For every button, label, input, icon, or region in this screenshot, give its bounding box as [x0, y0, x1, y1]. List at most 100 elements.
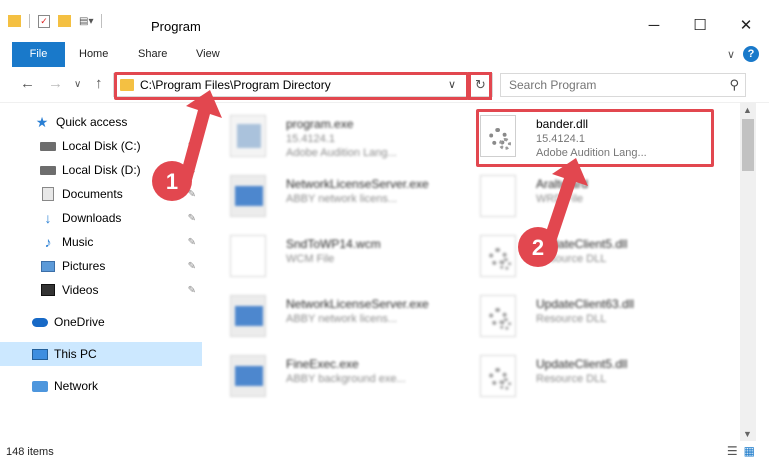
- file-description: Adobe Audition Lang...: [286, 147, 397, 159]
- document-icon: [230, 235, 266, 277]
- window-title: Program: [151, 19, 201, 34]
- file-item[interactable]: UpdateClient5.dll Resource DLL: [460, 229, 700, 283]
- window-controls: ─ ☐ ✕: [631, 8, 769, 42]
- pin-icon[interactable]: ✎: [188, 165, 196, 176]
- large-icons-view-icon[interactable]: ▦: [744, 444, 755, 458]
- sidebar-item-this-pc[interactable]: This PC: [0, 342, 202, 366]
- file-name: FineExec.exe: [286, 357, 359, 371]
- sidebar-item-onedrive[interactable]: OneDrive: [0, 310, 202, 334]
- scroll-up-icon[interactable]: ▲: [743, 105, 752, 115]
- sidebar-item-music[interactable]: ♪ Music ✎: [0, 230, 202, 254]
- download-icon: ↓: [44, 210, 52, 226]
- file-description: WCM File: [286, 253, 335, 265]
- chevron-down-icon[interactable]: ∨: [727, 48, 735, 61]
- pin-icon[interactable]: ✎: [188, 141, 196, 152]
- file-description: ABBY network licens...: [286, 193, 398, 205]
- search-input[interactable]: [509, 75, 719, 95]
- forward-button[interactable]: →: [48, 75, 63, 92]
- file-description: Resource DLL: [536, 313, 607, 325]
- cloud-icon: [32, 315, 48, 329]
- star-icon: ★: [35, 113, 49, 130]
- file-item[interactable]: NetworkLicenseServer.exe ABBY network li…: [210, 169, 450, 223]
- file-name: program.exe: [286, 117, 354, 131]
- file-item[interactable]: SndToWP14.wcm WCM File: [210, 229, 450, 283]
- customize-toolbar-icon[interactable]: ▤▾: [79, 16, 93, 27]
- view-switcher: ☰ ▦: [727, 444, 755, 458]
- maximize-button[interactable]: ☐: [677, 8, 723, 42]
- recent-locations-button[interactable]: ∨: [74, 79, 81, 90]
- vertical-scrollbar[interactable]: ▲ ▼: [740, 103, 756, 441]
- sidebar-item-label: Network: [54, 379, 99, 393]
- minimize-button[interactable]: ─: [631, 8, 677, 42]
- address-bar-highlight: [114, 72, 469, 100]
- search-box[interactable]: ⚲: [500, 73, 746, 97]
- search-icon[interactable]: ⚲: [729, 77, 739, 93]
- file-item[interactable]: NetworkLicenseServer.exe ABBY network li…: [210, 289, 450, 343]
- sidebar-item-local-disk-d[interactable]: Local Disk (D:) ✎: [0, 158, 202, 182]
- computer-icon: [32, 347, 48, 361]
- sidebar-item-pictures[interactable]: Pictures ✎: [0, 254, 202, 278]
- executable-icon: [230, 115, 266, 157]
- file-item[interactable]: Aralte.ard WRD File: [460, 169, 700, 223]
- sidebar-item-quick-access[interactable]: ★ Quick access: [0, 110, 202, 134]
- application-icon: [230, 175, 266, 217]
- network-icon: [32, 379, 48, 393]
- pin-icon[interactable]: ✎: [188, 213, 196, 224]
- pin-icon[interactable]: ✎: [188, 237, 196, 248]
- sidebar-item-label: Pictures: [62, 259, 106, 273]
- file-name: SndToWP14.wcm: [286, 237, 381, 251]
- document-icon: [480, 175, 516, 217]
- close-button[interactable]: ✕: [723, 8, 769, 42]
- file-description: Resource DLL: [536, 373, 607, 385]
- tab-view[interactable]: View: [196, 42, 220, 67]
- file-version: 15.4124.1: [286, 133, 335, 145]
- file-description: ABBY network licens...: [286, 313, 398, 325]
- file-description: ABBY background exe...: [286, 373, 406, 385]
- sidebar-item-local-disk-c[interactable]: Local Disk (C:) ✎: [0, 134, 202, 158]
- item-count: 148 items: [6, 446, 54, 458]
- sidebar-item-label: Quick access: [56, 115, 128, 129]
- pin-icon[interactable]: ✎: [188, 261, 196, 272]
- quick-access-toolbar: ✓ ▤▾: [8, 14, 106, 28]
- folder-icon[interactable]: [8, 15, 21, 27]
- file-item[interactable]: FineExec.exe ABBY background exe...: [210, 349, 450, 403]
- details-view-icon[interactable]: ☰: [727, 444, 738, 458]
- scroll-down-icon[interactable]: ▼: [743, 429, 752, 439]
- dll-gear-icon: [480, 235, 516, 277]
- new-folder-icon[interactable]: [58, 15, 71, 27]
- sidebar-item-network[interactable]: Network: [0, 374, 202, 398]
- sidebar-item-documents[interactable]: Documents ✎: [0, 182, 202, 206]
- tab-share[interactable]: Share: [138, 42, 167, 67]
- toolbar-divider: [101, 14, 103, 28]
- sidebar-item-label: OneDrive: [54, 315, 105, 329]
- file-name: NetworkLicenseServer.exe: [286, 297, 429, 311]
- back-button[interactable]: ←: [20, 75, 35, 92]
- file-item[interactable]: UpdateClient5.dll Resource DLL: [460, 349, 700, 403]
- pin-icon[interactable]: ✎: [188, 285, 196, 296]
- dll-gear-icon: [480, 295, 516, 337]
- sidebar-item-downloads[interactable]: ↓ Downloads ✎: [0, 206, 202, 230]
- file-item[interactable]: UpdateClient63.dll Resource DLL: [460, 289, 700, 343]
- scroll-thumb[interactable]: [742, 119, 754, 171]
- up-button[interactable]: ↑: [95, 75, 103, 92]
- drive-icon: [40, 163, 56, 177]
- file-item[interactable]: program.exe 15.4124.1 Adobe Audition Lan…: [210, 109, 450, 163]
- application-icon: [230, 355, 266, 397]
- file-name: UpdateClient5.dll: [536, 357, 628, 371]
- help-icon[interactable]: ?: [743, 46, 759, 62]
- dll-gear-icon: [480, 355, 516, 397]
- application-icon: [230, 295, 266, 337]
- selected-file-highlight: [476, 109, 714, 167]
- navigation-pane: ★ Quick access Local Disk (C:) ✎ Local D…: [0, 103, 210, 441]
- file-name: UpdateClient5.dll: [536, 237, 628, 251]
- sidebar-item-videos[interactable]: Videos ✎: [0, 278, 202, 302]
- file-name: Aralte.ard: [536, 177, 589, 191]
- status-bar: 148 items ☰ ▦: [0, 441, 769, 473]
- properties-icon[interactable]: ✓: [38, 14, 50, 28]
- sidebar-item-label: This PC: [54, 347, 97, 361]
- sidebar-item-label: Local Disk (D:): [62, 163, 141, 177]
- pin-icon[interactable]: ✎: [188, 189, 196, 200]
- music-icon: ♪: [44, 234, 52, 250]
- ribbon-controls: ∨ ?: [727, 46, 759, 62]
- tab-home[interactable]: Home: [79, 42, 108, 67]
